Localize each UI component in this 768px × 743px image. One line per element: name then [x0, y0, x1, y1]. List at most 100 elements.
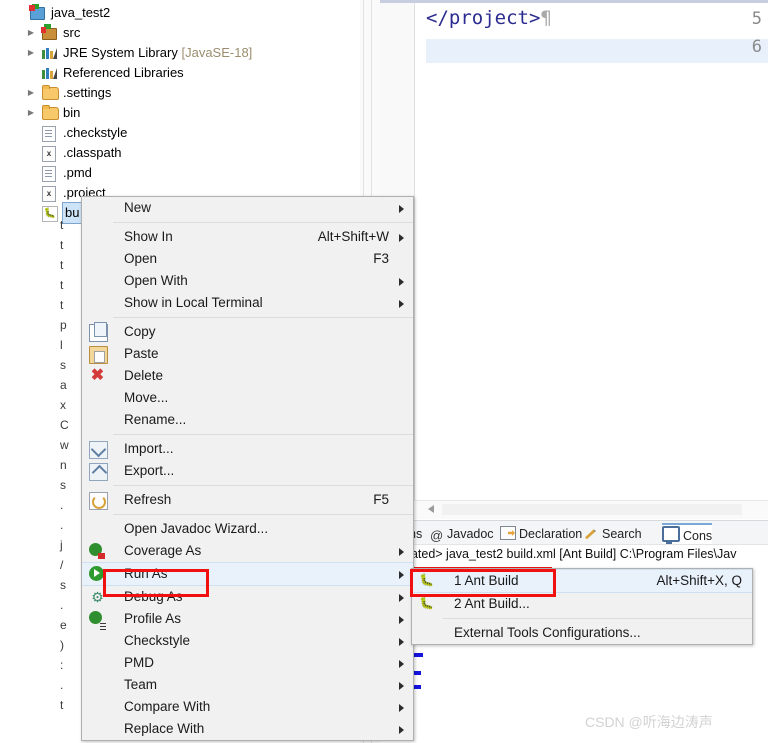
menu-item-replace-with[interactable]: Replace With [82, 718, 413, 740]
ant-icon: 🐛 [419, 596, 434, 610]
bottom-view-tabbar[interactable]: oblems@JavadocDeclarationSearchCons [380, 520, 768, 547]
view-tab-label: Search [602, 527, 642, 541]
menu-item-new[interactable]: New [82, 197, 413, 219]
menu-item-label: Open Javadoc Wizard... [124, 521, 269, 536]
menu-item-show-in-local-terminal[interactable]: Show in Local Terminal [82, 292, 413, 314]
view-tab-declaration[interactable]: Declaration [500, 523, 582, 545]
menu-item-shortcut: Alt+Shift+X, Q [656, 573, 742, 588]
tree-item[interactable]: .pmd [0, 163, 360, 183]
editor-current-line-highlight [426, 39, 768, 63]
source-folder-icon [41, 24, 57, 40]
eclipse-window: java_test2 ▶ src ▶ JRE System Library [JavaS… [0, 0, 768, 743]
menu-item-export[interactable]: Export... [82, 460, 413, 482]
view-tab-label: Cons [683, 529, 713, 543]
menu-item-open[interactable]: Open F3 [82, 248, 413, 270]
menu-item-copy[interactable]: Copy [82, 321, 413, 343]
tree-item[interactable]: x .classpath [0, 143, 360, 163]
expand-arrow-icon[interactable]: ▶ [26, 23, 36, 43]
tree-item-clipped: p [60, 318, 67, 332]
menu-item-2-ant-build[interactable]: 🐛 2 Ant Build... [412, 593, 752, 615]
menu-item-show-in[interactable]: Show In Alt+Shift+W [82, 226, 413, 248]
menu-item-label: Profile As [124, 611, 182, 626]
javadoc-icon: @ [430, 528, 444, 543]
tree-item[interactable]: ▶ bin [0, 103, 360, 123]
menu-item-profile-as[interactable]: Profile As [82, 608, 413, 630]
tree-item-label: .settings [63, 85, 112, 100]
tree-item-clipped: ) [60, 638, 64, 652]
menu-item-rename[interactable]: Rename... [82, 409, 413, 431]
tree-item-clipped: j [60, 538, 63, 552]
editor-code-text: </project> [426, 7, 541, 29]
menu-item-debug-as[interactable]: ⚙ Debug As [82, 586, 413, 608]
menu-item-label: Refresh [124, 492, 172, 507]
xml-editor[interactable]: 5 6 </project>¶ [380, 3, 768, 500]
tree-item[interactable]: java_test2 [0, 3, 360, 23]
menu-item-label: Replace With [124, 721, 205, 736]
export-icon [89, 463, 108, 481]
tree-item[interactable]: ▶ .settings [0, 83, 360, 103]
menu-item-delete[interactable]: ✖ Delete [82, 365, 413, 387]
menu-item-paste[interactable]: Paste [82, 343, 413, 365]
tree-item-clipped: t [60, 278, 64, 292]
menu-item-label: Export... [124, 463, 175, 478]
menu-separator [113, 222, 413, 223]
menu-item-label: Rename... [124, 412, 187, 427]
expand-arrow-icon[interactable]: ▶ [26, 83, 36, 103]
tree-item[interactable]: Referenced Libraries [0, 63, 360, 83]
xml-file-icon: x [42, 146, 56, 162]
debug-icon: ⚙ [91, 589, 104, 605]
view-tab-javadoc[interactable]: @ Javadoc [430, 523, 494, 545]
tree-item[interactable]: .checkstyle [0, 123, 360, 143]
import-icon [89, 441, 108, 459]
menu-item-refresh[interactable]: Refresh F5 [82, 489, 413, 511]
menu-item-label: Debug As [124, 589, 183, 604]
tree-item-clipped: s [60, 358, 66, 372]
menu-separator [113, 514, 413, 515]
menu-item-team[interactable]: Team [82, 674, 413, 696]
menu-item-label: Run As [124, 566, 168, 581]
menu-separator [113, 485, 413, 486]
menu-item-label: External Tools Configurations... [454, 625, 641, 640]
menu-item-checkstyle[interactable]: Checkstyle [82, 630, 413, 652]
tree-item-clipped: . [60, 518, 64, 532]
folder-icon [42, 85, 59, 100]
menu-item-coverage-as[interactable]: Coverage As [82, 540, 413, 562]
scroll-thumb[interactable] [442, 504, 742, 515]
refresh-icon [89, 492, 108, 510]
menu-item-open-with[interactable]: Open With [82, 270, 413, 292]
editor-code-line[interactable]: </project>¶ [426, 7, 552, 29]
editor-horizontal-scrollbar[interactable] [380, 500, 768, 519]
tree-item-label: .classpath [63, 145, 122, 160]
expand-arrow-icon[interactable]: ▶ [26, 103, 36, 123]
tree-item-label: bu [61, 202, 83, 224]
tree-item-label: JRE System Library [JavaSE-18] [63, 45, 253, 60]
menu-item-pmd[interactable]: PMD [82, 652, 413, 674]
tree-item-clipped: t [60, 298, 64, 312]
menu-item-label: Checkstyle [124, 633, 191, 648]
tree-item-clipped: C [60, 418, 69, 432]
menu-item-label: Coverage As [124, 543, 202, 558]
editor-line-number: 5 [751, 9, 762, 29]
tree-item-clipped: : [60, 658, 64, 672]
tree-item[interactable]: ▶ src [0, 23, 360, 43]
menu-item-open-javadoc-wizard[interactable]: Open Javadoc Wizard... [82, 518, 413, 540]
scroll-left-arrow-icon[interactable] [428, 505, 434, 513]
run-as-submenu[interactable]: 🐛 1 Ant Build Alt+Shift+X, Q 🐛 2 Ant Build..… [411, 568, 753, 645]
menu-item-run-as[interactable]: Run As [82, 562, 413, 586]
delete-icon: ✖ [90, 367, 105, 384]
view-tab-search[interactable]: Search [585, 523, 642, 545]
expand-arrow-icon[interactable]: ▶ [26, 43, 36, 63]
menu-item-external-tools-configurations[interactable]: External Tools Configurations... [412, 622, 752, 644]
menu-item-label: Show In [124, 229, 173, 244]
tree-item[interactable]: ▶ JRE System Library [JavaSE-18] [0, 43, 360, 63]
menu-item-compare-with[interactable]: Compare With [82, 696, 413, 718]
coverage-icon [89, 543, 105, 559]
tree-item-clipped: . [60, 498, 64, 512]
menu-item-move[interactable]: Move... [82, 387, 413, 409]
tree-item-clipped: a [60, 378, 67, 392]
paste-icon [89, 346, 108, 364]
menu-item-import[interactable]: Import... [82, 438, 413, 460]
menu-item-1-ant-build[interactable]: 🐛 1 Ant Build Alt+Shift+X, Q [412, 569, 752, 593]
context-menu[interactable]: New Show In Alt+Shift+W Open F3 Open With Show… [81, 196, 414, 741]
tree-item-label: Referenced Libraries [63, 65, 184, 80]
